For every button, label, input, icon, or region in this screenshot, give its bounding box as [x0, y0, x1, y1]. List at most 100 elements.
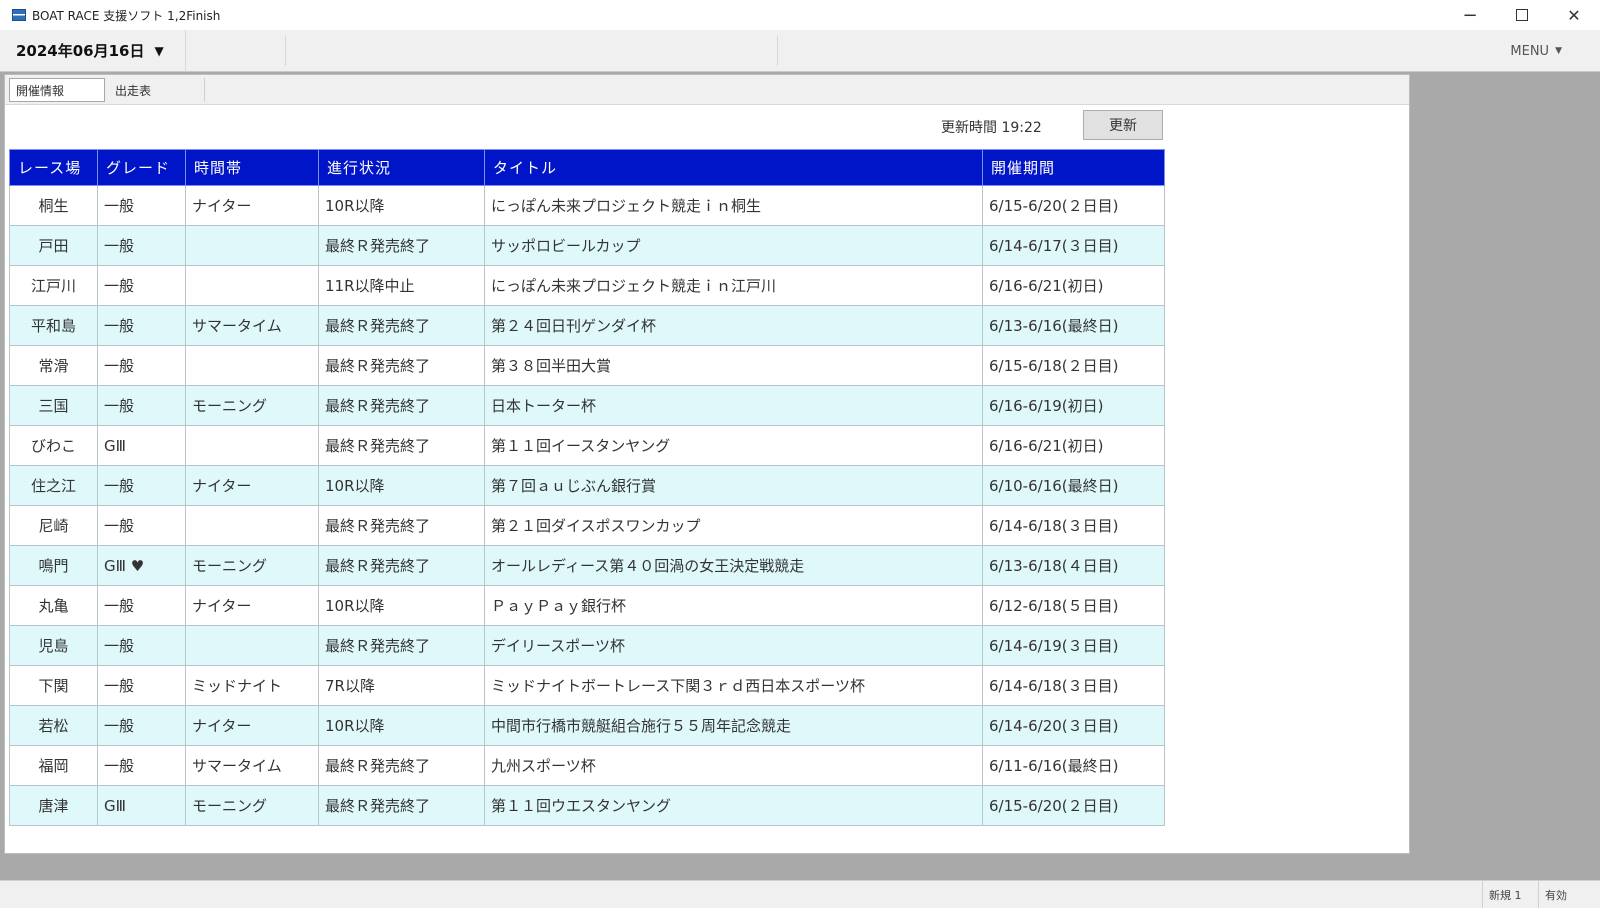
cell-period: 6/11-6/16(最終日): [982, 745, 1165, 786]
close-button[interactable]: ✕: [1548, 0, 1600, 30]
cell-venue: 下関: [9, 665, 98, 706]
cell-title: ミッドナイトボートレース下関３ｒｄ西日本スポーツ杯: [484, 665, 983, 706]
table-row[interactable]: 若松 一般 ナイター 10R以降 中間市行橋市競艇組合施行５５周年記念競走 6/14-6/…: [9, 705, 1165, 746]
cell-venue: 丸亀: [9, 585, 98, 626]
tab-schedule-info[interactable]: 開催情報: [9, 78, 105, 102]
cell-status: 11R以降中止: [318, 265, 485, 306]
chevron-down-icon: ▼: [1555, 46, 1562, 56]
table-row[interactable]: 平和島 一般 サマータイム 最終Ｒ発売終了 第２４回日刊ゲンダイ杯 6/13-6/16(最…: [9, 305, 1165, 346]
table-row[interactable]: 鳴門 GⅢ ♥ モーニング 最終Ｒ発売終了 オールレディース第４０回渦の女王決定戦競走 6…: [9, 545, 1165, 586]
title-bar: BOAT RACE 支援ソフト 1,2Finish − ✕: [0, 0, 1600, 30]
cell-venue: 住之江: [9, 465, 98, 506]
cell-title: 中間市行橋市競艇組合施行５５周年記念競走: [484, 705, 983, 746]
table-row[interactable]: 江戸川 一般 11R以降中止 にっぽん未来プロジェクト競走ｉｎ江戸川 6/16-6/21…: [9, 265, 1165, 306]
cell-period: 6/14-6/17(３日目): [982, 225, 1165, 266]
window-controls: − ✕: [1444, 0, 1600, 30]
table-row[interactable]: 下関 一般 ミッドナイト 7R以降 ミッドナイトボートレース下関３ｒｄ西日本スポーツ杯 6…: [9, 665, 1165, 706]
cell-venue: 福岡: [9, 745, 98, 786]
cell-grade: 一般: [97, 745, 186, 786]
date-picker[interactable]: 2024年06月16日 ▼: [0, 29, 186, 72]
cell-venue: 鳴門: [9, 545, 98, 586]
cell-venue: 桐生: [9, 185, 98, 226]
cell-period: 6/14-6/19(３日目): [982, 625, 1165, 666]
cell-time-slot: サマータイム: [185, 305, 319, 346]
cell-grade: 一般: [97, 465, 186, 506]
cell-grade: 一般: [97, 185, 186, 226]
cell-grade: GⅢ: [97, 785, 186, 826]
cell-status: 最終Ｒ発売終了: [318, 625, 485, 666]
status-enabled: 有効: [1538, 881, 1600, 908]
cell-venue: 江戸川: [9, 265, 98, 306]
cell-title: デイリースポーツ杯: [484, 625, 983, 666]
menu-label: MENU: [1510, 43, 1550, 59]
table-row[interactable]: 尼崎 一般 最終Ｒ発売終了 第２１回ダイスポスワンカップ 6/14-6/18(３日目): [9, 505, 1165, 546]
window-title: BOAT RACE 支援ソフト 1,2Finish: [32, 8, 221, 23]
column-header-title[interactable]: タイトル: [484, 149, 983, 186]
table-row[interactable]: びわこ GⅢ 最終Ｒ発売終了 第１１回イースタンヤング 6/16-6/21(初日): [9, 425, 1165, 466]
column-header-grade[interactable]: グレード: [97, 149, 186, 186]
cell-period: 6/14-6/18(３日目): [982, 665, 1165, 706]
date-label: 2024年06月16日: [16, 42, 145, 60]
column-header-period[interactable]: 開催期間: [982, 149, 1165, 186]
content-panel: 開催情報 出走表 更新時間 19:22 更新 レース場 グレード 時間帯 進行状…: [4, 74, 1410, 854]
cell-status: 10R以降: [318, 465, 485, 506]
table-row[interactable]: 桐生 一般 ナイター 10R以降 にっぽん未来プロジェクト競走ｉｎ桐生 6/15-6/20…: [9, 185, 1165, 226]
cell-time-slot: ナイター: [185, 585, 319, 626]
table-row[interactable]: 常滑 一般 最終Ｒ発売終了 第３８回半田大賞 6/15-6/18(２日目): [9, 345, 1165, 386]
cell-title: 九州スポーツ杯: [484, 745, 983, 786]
cell-time-slot: [185, 425, 319, 466]
cell-period: 6/15-6/20(２日目): [982, 785, 1165, 826]
column-header-venue[interactable]: レース場: [9, 149, 98, 186]
cell-title: 日本トーター杯: [484, 385, 983, 426]
cell-title: にっぽん未来プロジェクト競走ｉｎ江戸川: [484, 265, 983, 306]
cell-time-slot: モーニング: [185, 545, 319, 586]
cell-time-slot: ナイター: [185, 465, 319, 506]
cell-time-slot: モーニング: [185, 385, 319, 426]
cell-grade: 一般: [97, 265, 186, 306]
cell-period: 6/13-6/18(４日目): [982, 545, 1165, 586]
table-header-row: レース場 グレード 時間帯 進行状況 タイトル 開催期間: [9, 149, 1165, 186]
cell-grade: 一般: [97, 305, 186, 346]
dropdown-arrow-icon: ▼: [154, 43, 164, 58]
cell-period: 6/16-6/19(初日): [982, 385, 1165, 426]
minimize-button[interactable]: −: [1444, 0, 1496, 30]
cell-title: 第２４回日刊ゲンダイ杯: [484, 305, 983, 346]
cell-venue: 平和島: [9, 305, 98, 346]
cell-grade: 一般: [97, 385, 186, 426]
cell-status: 最終Ｒ発売終了: [318, 545, 485, 586]
column-header-time-slot[interactable]: 時間帯: [185, 149, 319, 186]
cell-status: 最終Ｒ発売終了: [318, 225, 485, 266]
table-row[interactable]: 丸亀 一般 ナイター 10R以降 ＰａｙＰａｙ銀行杯 6/12-6/18(５日目): [9, 585, 1165, 626]
cell-venue: 唐津: [9, 785, 98, 826]
maximize-button[interactable]: [1496, 0, 1548, 30]
cell-status: 10R以降: [318, 705, 485, 746]
race-table: レース場 グレード 時間帯 進行状況 タイトル 開催期間 桐生 一般 ナイター 10R…: [9, 149, 1165, 826]
status-new-count: 新規 1: [1482, 881, 1532, 908]
cell-title: 第１１回ウエスタンヤング: [484, 785, 983, 826]
cell-title: 第７回ａｕじぶん銀行賞: [484, 465, 983, 506]
cell-status: 最終Ｒ発売終了: [318, 745, 485, 786]
app-icon: [12, 9, 26, 21]
cell-period: 6/16-6/21(初日): [982, 265, 1165, 306]
menu-button[interactable]: MENU ▼: [1510, 30, 1562, 72]
cell-grade: 一般: [97, 625, 186, 666]
toolbar: 2024年06月16日 ▼ MENU ▼: [0, 29, 1600, 72]
cell-status: 7R以降: [318, 665, 485, 706]
table-row[interactable]: 福岡 一般 サマータイム 最終Ｒ発売終了 九州スポーツ杯 6/11-6/16(最終日): [9, 745, 1165, 786]
table-row[interactable]: 唐津 GⅢ モーニング 最終Ｒ発売終了 第１１回ウエスタンヤング 6/15-6/20(２日…: [9, 785, 1165, 826]
table-row[interactable]: 三国 一般 モーニング 最終Ｒ発売終了 日本トーター杯 6/16-6/19(初日): [9, 385, 1165, 426]
tab-race-card[interactable]: 出走表: [109, 78, 205, 102]
refresh-button[interactable]: 更新: [1083, 110, 1163, 140]
update-time: 更新時間 19:22: [941, 120, 1042, 136]
cell-status: 10R以降: [318, 185, 485, 226]
table-row[interactable]: 住之江 一般 ナイター 10R以降 第７回ａｕじぶん銀行賞 6/10-6/16(最終日): [9, 465, 1165, 506]
cell-venue: びわこ: [9, 425, 98, 466]
cell-period: 6/16-6/21(初日): [982, 425, 1165, 466]
table-row[interactable]: 児島 一般 最終Ｒ発売終了 デイリースポーツ杯 6/14-6/19(３日目): [9, 625, 1165, 666]
cell-time-slot: [185, 625, 319, 666]
cell-title: サッポロビールカップ: [484, 225, 983, 266]
cell-title: ＰａｙＰａｙ銀行杯: [484, 585, 983, 626]
table-row[interactable]: 戸田 一般 最終Ｒ発売終了 サッポロビールカップ 6/14-6/17(３日目): [9, 225, 1165, 266]
cell-venue: 尼崎: [9, 505, 98, 546]
column-header-status[interactable]: 進行状況: [318, 149, 485, 186]
